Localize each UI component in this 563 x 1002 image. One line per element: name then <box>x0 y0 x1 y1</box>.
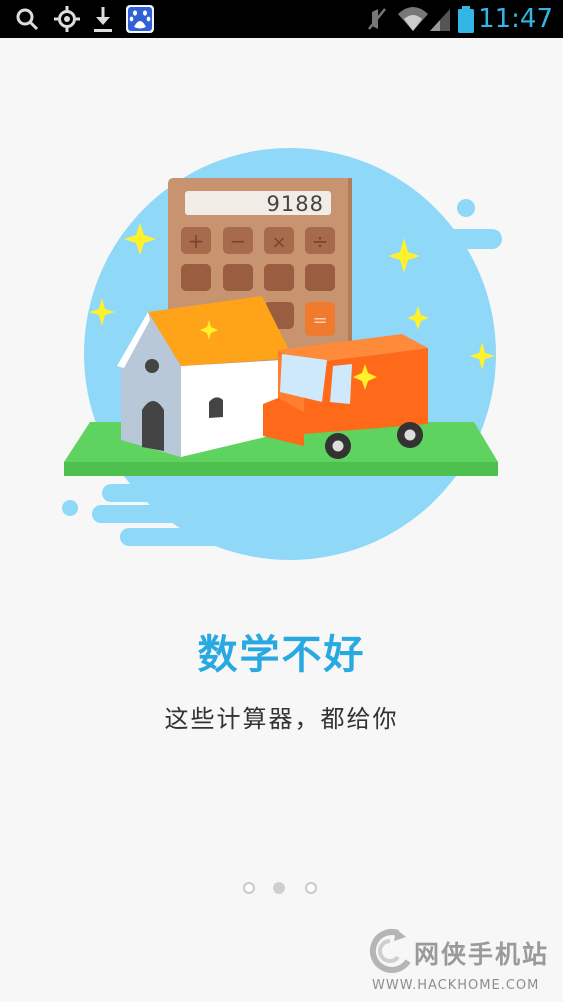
page-dot-1[interactable] <box>243 882 255 894</box>
watermark: 网侠手机站 WWW.HACKHOME.COM <box>366 925 563 1002</box>
calc-key-plus: + <box>188 229 205 253</box>
download-icon <box>94 7 112 32</box>
calculator-display-value: 9188 <box>267 192 324 216</box>
onboarding-subtitle: 这些计算器，都给你 <box>164 705 399 733</box>
watermark-url: WWW.HACKHOME.COM <box>372 978 540 993</box>
signal-icon <box>430 9 450 31</box>
page-dot-2-active[interactable] <box>273 882 285 894</box>
watermark-logo-icon <box>369 929 411 973</box>
delivery-truck <box>263 334 428 459</box>
page-indicator <box>240 882 330 902</box>
status-bar: 11:47 <box>0 0 563 38</box>
baidu-app-icon <box>126 5 154 33</box>
battery-icon <box>458 6 474 33</box>
onboarding-title: 数学不好 <box>197 632 366 678</box>
calc-key-divide: ÷ <box>312 229 329 253</box>
page-dot-3[interactable] <box>305 882 317 894</box>
gps-icon <box>54 6 80 32</box>
calc-key-minus: − <box>230 229 247 253</box>
wifi-icon <box>398 7 428 31</box>
search-icon <box>16 8 39 31</box>
clock: 11:47 <box>478 4 553 34</box>
calc-key-equals: = <box>312 310 327 331</box>
watermark-title: 网侠手机站 <box>414 940 550 969</box>
mute-icon <box>368 8 386 30</box>
hero-illustration: 9188 + − × ÷ = <box>62 148 502 560</box>
calc-key-times: × <box>271 232 286 253</box>
